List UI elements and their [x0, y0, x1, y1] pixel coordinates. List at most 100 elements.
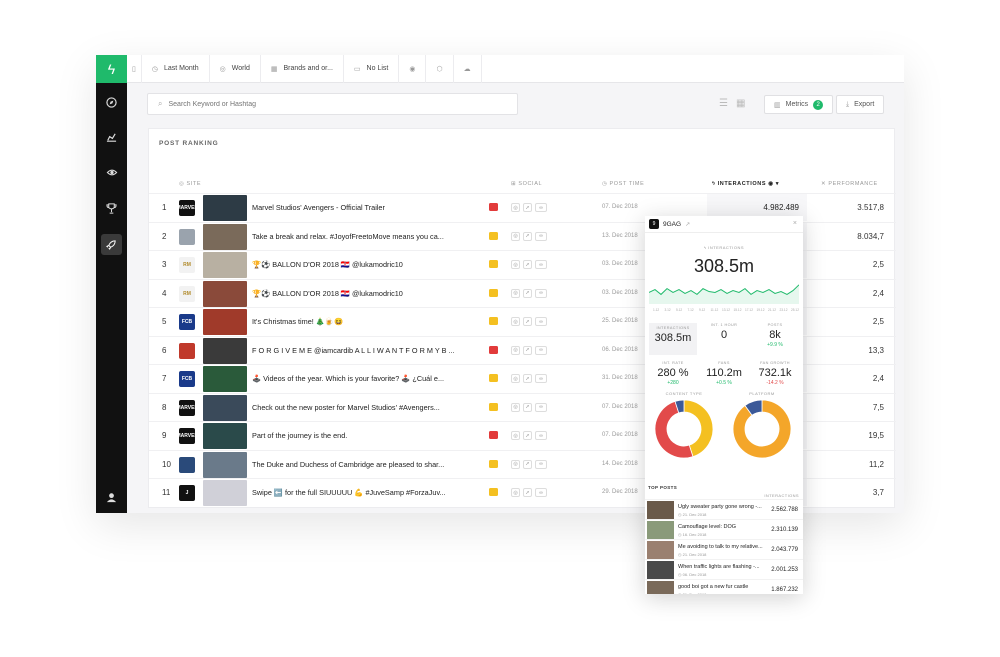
chart-icon[interactable] — [101, 127, 122, 148]
column-header-post-time[interactable]: ◷ POST TIME — [602, 181, 644, 187]
send-icon[interactable]: ➚ — [523, 374, 532, 383]
post-title[interactable]: The Duke and Duchess of Cambridge are pl… — [252, 460, 462, 469]
post-thumbnail[interactable] — [203, 451, 247, 478]
top-post-title[interactable]: Camouflage level: DOG — [678, 524, 770, 530]
export-button[interactable]: ⤓ Export — [836, 95, 885, 114]
top-post-item[interactable]: When traffic lights are flashing -... ◷ 0… — [645, 559, 803, 579]
trophy-icon[interactable] — [101, 198, 122, 219]
date-filter[interactable]: ◷ Last Month — [142, 55, 210, 83]
post-title[interactable]: F O R G I V E M E @iamcardib A L L I W A… — [252, 346, 462, 355]
post-title[interactable]: Part of the journey is the end. — [252, 431, 462, 440]
user-icon[interactable] — [101, 487, 122, 508]
cube-filter[interactable]: ⬡ — [426, 55, 454, 83]
site-avatar[interactable] — [179, 228, 195, 245]
top-post-title[interactable]: Me avoiding to talk to my relative... — [678, 544, 770, 550]
column-header-interactions[interactable]: ϟ INTERACTIONS ◉ ▾ — [712, 181, 779, 187]
link-icon[interactable]: ∞ — [535, 260, 547, 269]
top-post-thumbnail[interactable] — [647, 561, 674, 579]
post-thumbnail[interactable] — [203, 337, 247, 364]
list-filter[interactable]: ▭ No List — [344, 55, 400, 83]
site-avatar[interactable]: MARVEL — [176, 399, 198, 416]
link-icon[interactable]: ∞ — [535, 317, 547, 326]
link-icon[interactable]: ∞ — [535, 345, 547, 355]
network-icon[interactable]: ◎ — [511, 374, 520, 383]
network-icon[interactable]: ◎ — [511, 260, 520, 269]
top-post-title[interactable]: When traffic lights are flashing -... — [678, 564, 770, 570]
site-avatar[interactable]: FCB — [179, 314, 195, 330]
link-icon[interactable]: ∞ — [535, 288, 547, 298]
post-thumbnail[interactable] — [203, 480, 247, 506]
site-avatar[interactable]: FCB — [179, 371, 195, 387]
network-icon[interactable]: ◎ — [511, 345, 520, 355]
post-thumbnail[interactable] — [203, 252, 247, 278]
top-post-item[interactable]: Camouflage level: DOG ◷ 16. Dec 2018 2.310… — [645, 519, 803, 539]
send-icon[interactable]: ➚ — [523, 231, 532, 241]
top-post-thumbnail[interactable] — [647, 521, 674, 539]
link-icon[interactable]: ∞ — [535, 374, 547, 383]
post-title[interactable]: Check out the new poster for Marvel Stud… — [252, 403, 462, 412]
lightning-icon[interactable]: ϟ — [96, 55, 127, 83]
post-thumbnail[interactable] — [203, 366, 247, 392]
bookmark-button[interactable]: ▯ — [127, 55, 142, 83]
site-avatar[interactable] — [179, 456, 195, 473]
column-header-performance[interactable]: ✕ PERFORMANCE — [821, 181, 878, 187]
close-icon[interactable]: × — [793, 220, 797, 227]
network-icon[interactable]: ◎ — [511, 488, 520, 497]
send-icon[interactable]: ➚ — [523, 260, 532, 269]
send-icon[interactable]: ➚ — [523, 203, 532, 212]
post-thumbnail[interactable] — [203, 423, 247, 449]
top-post-thumbnail[interactable] — [647, 541, 674, 559]
send-icon[interactable]: ➚ — [523, 288, 532, 298]
column-header-site[interactable]: ◎ SITE — [179, 181, 201, 187]
site-avatar[interactable] — [179, 342, 195, 359]
network-icon[interactable]: ◎ — [511, 288, 520, 298]
link-icon[interactable]: ∞ — [535, 488, 547, 497]
site-avatar[interactable]: J — [179, 485, 195, 501]
link-icon[interactable]: ∞ — [535, 231, 547, 241]
send-icon[interactable]: ➚ — [523, 459, 532, 469]
external-link-icon[interactable]: ↗ — [685, 221, 690, 228]
post-thumbnail[interactable] — [203, 280, 247, 307]
network-icon[interactable]: ◎ — [511, 402, 520, 412]
link-icon[interactable]: ∞ — [535, 402, 547, 412]
compass-icon[interactable] — [101, 92, 122, 113]
site-avatar[interactable]: RM — [179, 285, 195, 302]
top-post-title[interactable]: Ugly sweater party gone wrong -... — [678, 504, 770, 510]
network-icon[interactable]: ◎ — [511, 231, 520, 241]
send-icon[interactable]: ➚ — [523, 431, 532, 440]
brand-filter[interactable]: ▦ Brands and or... — [261, 55, 344, 83]
post-title[interactable]: 🕹️ Videos of the year. Which is your fav… — [252, 374, 462, 383]
post-title[interactable]: Marvel Studios' Avengers - Official Trai… — [252, 203, 462, 212]
list-view-icon[interactable]: ☰ — [719, 98, 728, 109]
search-box[interactable]: ⌕ — [147, 93, 518, 115]
link-icon[interactable]: ∞ — [535, 431, 547, 440]
top-post-thumbnail[interactable] — [647, 581, 674, 594]
target-filter[interactable]: ◉ — [399, 55, 427, 83]
post-title[interactable]: 🏆⚽ BALLON D'OR 2018 🇭🇷 @lukamodric10 — [252, 289, 462, 298]
send-icon[interactable]: ➚ — [523, 345, 532, 355]
grid-view-icon[interactable]: ▦ — [736, 98, 745, 109]
network-icon[interactable]: ◎ — [511, 317, 520, 326]
post-title[interactable]: 🏆⚽ BALLON D'OR 2018 🇭🇷 @lukamodric10 — [252, 260, 462, 269]
post-title[interactable]: Swipe ⬅️ for the full SIUUUUU 💪 #JuveSam… — [252, 488, 462, 497]
top-post-thumbnail[interactable] — [647, 501, 674, 519]
region-filter[interactable]: ◎ World — [210, 55, 261, 83]
column-header-social[interactable]: ⊞ SOCIAL — [511, 181, 542, 187]
site-avatar[interactable]: MARVEL — [176, 200, 198, 216]
post-title[interactable]: Take a break and relax. #JoyofFreetoMove… — [252, 232, 462, 241]
link-icon[interactable]: ∞ — [535, 459, 547, 469]
site-avatar[interactable]: MARVEL — [176, 428, 198, 444]
send-icon[interactable]: ➚ — [523, 317, 532, 326]
link-icon[interactable]: ∞ — [535, 203, 547, 212]
send-icon[interactable]: ➚ — [523, 402, 532, 412]
site-avatar[interactable]: RM — [179, 257, 195, 273]
metrics-button[interactable]: ▥ Metrics 2 — [764, 95, 834, 114]
rocket-icon[interactable] — [101, 234, 122, 255]
network-icon[interactable]: ◎ — [511, 203, 520, 212]
top-post-item[interactable]: Me avoiding to talk to my relative... ◷ 2… — [645, 539, 803, 559]
post-thumbnail[interactable] — [203, 394, 247, 421]
post-title[interactable]: It's Christmas time! 🎄🍺😆 — [252, 317, 462, 326]
network-icon[interactable]: ◎ — [511, 459, 520, 469]
post-thumbnail[interactable] — [203, 309, 247, 335]
top-post-title[interactable]: good boi got a new fur castle — [678, 584, 770, 590]
